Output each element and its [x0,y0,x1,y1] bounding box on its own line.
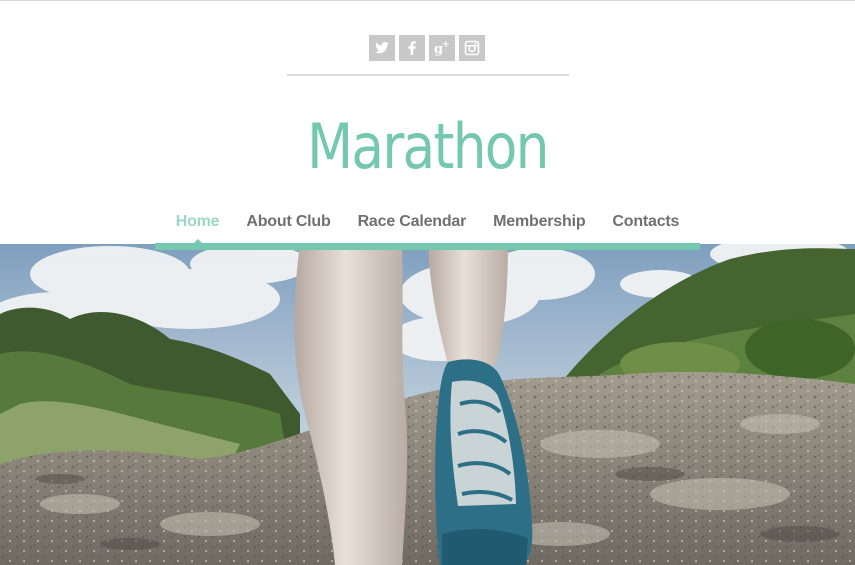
main-nav: Home About Club Race Calendar Membership… [155,208,700,244]
nav-item-about-club[interactable]: About Club [246,208,330,236]
page: g + Marathon Home About Club Race Calend… [0,0,855,565]
facebook-icon[interactable] [399,35,425,61]
twitter-icon[interactable] [369,35,395,61]
header-divider [287,74,569,76]
nav-item-contacts[interactable]: Contacts [612,208,679,236]
top-divider [0,0,855,1]
nav-item-race-calendar[interactable]: Race Calendar [358,208,467,236]
instagram-icon[interactable] [459,35,485,61]
google-plus-icon[interactable]: g + [429,35,455,61]
social-links: g + [369,35,485,61]
hero-image [0,244,855,565]
nav-accent-bar [155,243,700,250]
site-title[interactable]: Marathon [60,104,795,190]
nav-item-home[interactable]: Home [176,208,220,244]
svg-text:+: + [442,40,450,50]
nav-item-membership[interactable]: Membership [493,208,585,236]
